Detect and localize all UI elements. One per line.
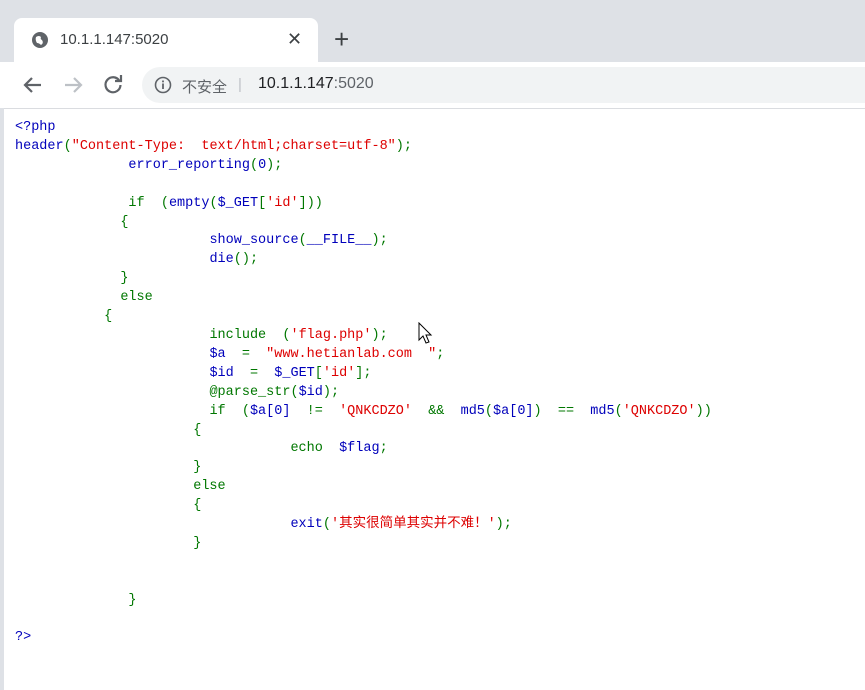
- die-call: die: [209, 252, 234, 268]
- file-constant: __FILE__: [306, 233, 372, 249]
- back-arrow-icon[interactable]: [21, 73, 45, 97]
- echo-keyword: echo: [290, 441, 323, 457]
- if-keyword: if: [128, 195, 145, 211]
- header-argument: "Content-Type: text/html;charset=utf-8": [71, 138, 396, 154]
- md5-call: md5: [460, 403, 485, 419]
- omnibox-separator: |: [238, 76, 242, 93]
- close-brace: }: [193, 535, 202, 551]
- close-brace: }: [120, 271, 129, 287]
- browser-toolbar: 不安全 | 10.1.1.147:5020: [0, 62, 865, 109]
- info-icon[interactable]: [154, 76, 172, 94]
- a-index-zero: $a[0]: [249, 403, 291, 419]
- url-port: :5020: [333, 75, 374, 92]
- get-var: $_GET: [217, 195, 259, 211]
- close-tab-icon[interactable]: ✕: [287, 29, 302, 50]
- open-brace: {: [193, 498, 202, 514]
- error-reporting-arg: 0: [258, 157, 267, 173]
- tab-strip: 10.1.1.147:5020 ✕ +: [0, 0, 865, 62]
- flag-variable: $flag: [339, 441, 380, 457]
- header-call: header: [15, 138, 64, 154]
- open-brace: {: [104, 309, 113, 325]
- var-a: $a: [209, 346, 226, 362]
- php-open-tag: <?php: [15, 120, 56, 135]
- open-brace: {: [120, 214, 129, 230]
- exit-message: '其实很简单其实并不难！': [330, 517, 496, 533]
- url-host: 10.1.1.147: [258, 75, 334, 92]
- not-equal-operator: !=: [306, 403, 323, 419]
- close-brace: }: [193, 460, 202, 476]
- error-reporting-call: error_reporting: [128, 157, 250, 173]
- flag-file-string: 'flag.php': [290, 327, 372, 343]
- get-var: $_GET: [274, 365, 315, 381]
- php-source-code: <?php header("Content-Type: text/html;ch…: [15, 120, 712, 646]
- qnkcdzo-string: 'QNKCDZO': [339, 403, 412, 419]
- var-id: $id: [298, 384, 323, 400]
- else-keyword: else: [120, 290, 153, 306]
- empty-call: empty: [168, 195, 210, 211]
- if-keyword: if: [209, 403, 226, 419]
- show-source-call: show_source: [209, 233, 299, 249]
- id-key: 'id': [266, 195, 299, 211]
- md5-call: md5: [590, 403, 615, 419]
- browser-tab[interactable]: 10.1.1.147:5020 ✕: [14, 18, 318, 62]
- address-bar[interactable]: 不安全 | 10.1.1.147:5020: [142, 67, 865, 103]
- url-text[interactable]: 10.1.1.147:5020: [258, 75, 374, 93]
- mouse-cursor-icon: [418, 322, 433, 344]
- and-operator: &&: [428, 403, 445, 419]
- parse-str-call: @parse_str: [209, 384, 291, 400]
- a-index-zero: $a[0]: [493, 403, 534, 419]
- qnkcdzo-string: 'QNKCDZO': [622, 403, 696, 419]
- php-close-tag: ?>: [15, 630, 32, 646]
- id-key: 'id': [322, 365, 356, 381]
- window-edge: [0, 108, 4, 690]
- open-brace: {: [193, 422, 202, 438]
- globe-icon: [32, 32, 48, 48]
- tab-title: 10.1.1.147:5020: [60, 31, 169, 48]
- close-brace: }: [128, 592, 137, 608]
- forward-arrow-icon[interactable]: [61, 73, 85, 97]
- var-id: $id: [209, 365, 234, 381]
- include-keyword: include: [209, 327, 267, 343]
- new-tab-button[interactable]: +: [334, 26, 349, 52]
- host-string: "www.hetianlab.com ": [266, 346, 437, 362]
- security-label[interactable]: 不安全: [182, 76, 227, 97]
- else-keyword: else: [193, 479, 226, 495]
- equal-operator: ==: [557, 403, 575, 419]
- reload-icon[interactable]: [101, 73, 125, 97]
- exit-call: exit: [290, 517, 323, 533]
